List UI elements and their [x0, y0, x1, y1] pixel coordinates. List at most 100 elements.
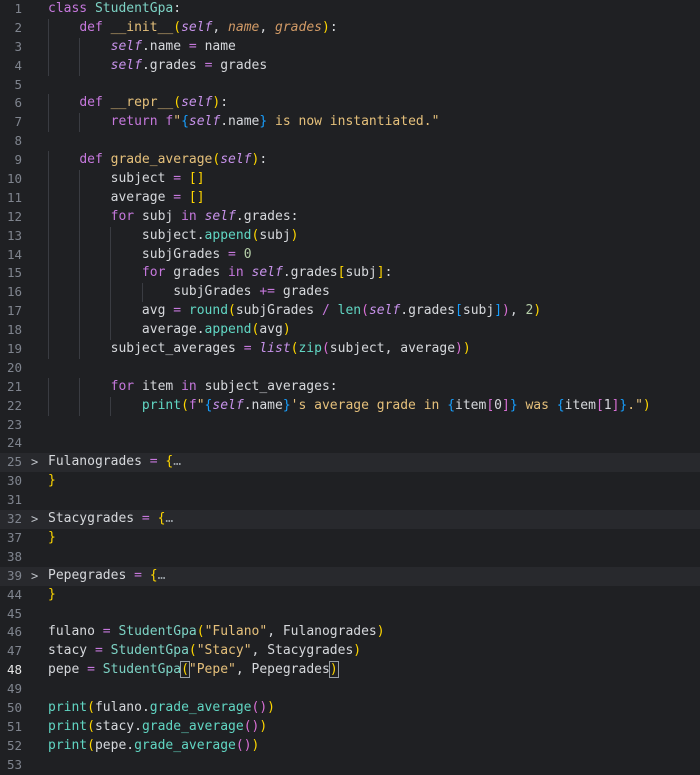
code-text[interactable]: self.name = name	[48, 38, 700, 57]
code-line[interactable]: 16 subjGrades += grades	[0, 283, 700, 303]
code-line[interactable]: 4 self.grades = grades	[0, 56, 700, 76]
code-line[interactable]: 39 > Pepegrades = {…	[0, 566, 700, 586]
code-text[interactable]: Pepegrades = {…	[48, 567, 700, 586]
code-text[interactable]: fulano = StudentGpa("Fulano", Fulanograd…	[48, 623, 700, 642]
line-number: 47	[6, 643, 22, 659]
code-line[interactable]: 24	[0, 434, 700, 453]
code-line[interactable]: 38	[0, 548, 700, 567]
code-text[interactable]: def __init__(self, name, grades):	[48, 19, 700, 38]
code-text[interactable]: print(stacy.grade_average())	[48, 718, 700, 737]
code-line[interactable]: 14 subjGrades = 0	[0, 245, 700, 265]
line-number: 19	[6, 341, 22, 357]
code-text[interactable]: average.append(avg)	[48, 321, 700, 340]
line-number: 24	[6, 435, 22, 451]
code-line[interactable]: 21 for item in subject_averages:	[0, 377, 700, 397]
line-number: 3	[14, 38, 22, 54]
code-line[interactable]: 48 pepe = StudentGpa("Pepe", Pepegrades)	[0, 661, 700, 681]
code-text[interactable]: for grades in self.grades[subj]:	[48, 264, 700, 283]
code-text[interactable]: return f"{self.name} is now instantiated…	[48, 113, 700, 132]
code-line[interactable]: 45	[0, 605, 700, 624]
line-number: 4	[14, 57, 22, 73]
code-text[interactable]: }	[48, 472, 700, 491]
code-line[interactable]: 10 subject = []	[0, 170, 700, 189]
code-line[interactable]: 13 subject.append(subj)	[0, 226, 700, 246]
code-line[interactable]: 53	[0, 756, 700, 775]
indent-guide	[48, 321, 49, 341]
line-number: 39	[6, 567, 22, 583]
code-text[interactable]: }	[48, 586, 700, 605]
chevron-right-icon[interactable]: >	[31, 567, 38, 586]
code-line[interactable]: 51 print(stacy.grade_average())	[0, 718, 700, 737]
code-line[interactable]: 17 avg = round(subjGrades / len(self.gra…	[0, 302, 700, 322]
code-line[interactable]: 2 def __init__(self, name, grades):	[0, 18, 700, 38]
code-line[interactable]: 37}	[0, 529, 700, 548]
code-text[interactable]: for item in subject_averages:	[48, 378, 700, 397]
code-line[interactable]: 46 fulano = StudentGpa("Fulano", Fulanogr…	[0, 623, 700, 642]
code-line[interactable]: 3 self.name = name	[0, 37, 700, 57]
indent-guide	[48, 18, 49, 38]
code-text[interactable]: stacy = StudentGpa("Stacy", Stacygrades)	[48, 642, 700, 661]
indent-guide	[79, 283, 81, 303]
code-editor[interactable]: 1 class StudentGpa: 2 def __init__(self, n…	[0, 0, 700, 775]
code-text[interactable]: print(f"{self.name}'s average grade in {…	[48, 397, 700, 416]
code-line[interactable]: 11 average = []	[0, 188, 700, 208]
code-text[interactable]: def grade_average(self):	[48, 151, 700, 170]
code-text[interactable]: print(pepe.grade_average())	[48, 737, 700, 756]
code-text[interactable]: Fulanogrades = {…	[48, 453, 700, 472]
indent-guide	[48, 207, 49, 227]
line-number: 48	[6, 662, 22, 678]
code-text[interactable]: avg = round(subjGrades / len(self.grades…	[48, 302, 700, 321]
chevron-right-icon[interactable]: >	[31, 510, 38, 529]
line-number: 45	[6, 605, 22, 621]
code-line[interactable]: 44}	[0, 586, 700, 605]
code-line[interactable]: 18 average.append(avg)	[0, 321, 700, 341]
code-line[interactable]: 8	[0, 132, 700, 151]
indent-guide	[48, 283, 49, 303]
code-line[interactable]: 12 for subj in self.grades:	[0, 207, 700, 227]
code-line[interactable]: 32 > Stacygrades = {…	[0, 510, 700, 529]
line-number: 30	[6, 473, 22, 489]
indent-guide	[110, 245, 112, 265]
code-line[interactable]: 31	[0, 491, 700, 510]
code-line[interactable]: 5	[0, 76, 700, 95]
line-number: 51	[6, 718, 22, 734]
code-text[interactable]: subject_averages = list(zip(subject, ave…	[48, 340, 700, 359]
code-line[interactable]: 9 def grade_average(self):	[0, 151, 700, 171]
line-number: 14	[6, 246, 22, 262]
indent-guide	[110, 302, 112, 322]
code-text[interactable]: subjGrades += grades	[48, 283, 700, 302]
code-line[interactable]: 50 print(fulano.grade_average())	[0, 699, 700, 718]
code-text[interactable]: Stacygrades = {…	[48, 510, 700, 529]
code-text[interactable]: class StudentGpa:	[48, 0, 700, 19]
indent-guide	[48, 377, 49, 397]
code-text[interactable]: def __repr__(self):	[48, 94, 700, 113]
code-text[interactable]: for subj in self.grades:	[48, 208, 700, 227]
code-text[interactable]: }	[48, 529, 700, 548]
indent-guide	[48, 113, 49, 133]
code-line[interactable]: 52 print(pepe.grade_average())	[0, 737, 700, 756]
code-text[interactable]: self.grades = grades	[48, 57, 700, 76]
code-line[interactable]: 1 class StudentGpa:	[0, 0, 700, 19]
indent-guide	[79, 321, 81, 341]
indent-guide	[110, 226, 112, 246]
code-line[interactable]: 22 print(f"{self.name}'s average grade i…	[0, 396, 700, 416]
code-line[interactable]: 7 return f"{self.name} is now instantiat…	[0, 113, 700, 133]
code-text[interactable]: average = []	[48, 189, 700, 208]
code-line[interactable]: 47 stacy = StudentGpa("Stacy", Stacygrade…	[0, 642, 700, 661]
code-line[interactable]: 23	[0, 416, 700, 435]
code-line[interactable]: 30}	[0, 472, 700, 491]
code-text[interactable]: print(fulano.grade_average())	[48, 699, 700, 718]
code-line[interactable]: 20	[0, 359, 700, 378]
chevron-right-icon[interactable]: >	[31, 453, 38, 472]
code-line[interactable]: 15 for grades in self.grades[subj]:	[0, 264, 700, 284]
code-line[interactable]: 25 > Fulanogrades = {…	[0, 453, 700, 473]
indent-guide	[48, 170, 49, 189]
code-line[interactable]: 19 subject_averages = list(zip(subject, …	[0, 340, 700, 359]
code-text[interactable]: subjGrades = 0	[48, 246, 700, 265]
code-text[interactable]: pepe = StudentGpa("Pepe", Pepegrades)	[48, 661, 700, 680]
indent-guide	[79, 37, 81, 57]
code-line[interactable]: 6 def __repr__(self):	[0, 94, 700, 114]
code-text[interactable]: subject.append(subj)	[48, 227, 700, 246]
code-text[interactable]: subject = []	[48, 170, 700, 189]
code-line[interactable]: 49	[0, 680, 700, 699]
